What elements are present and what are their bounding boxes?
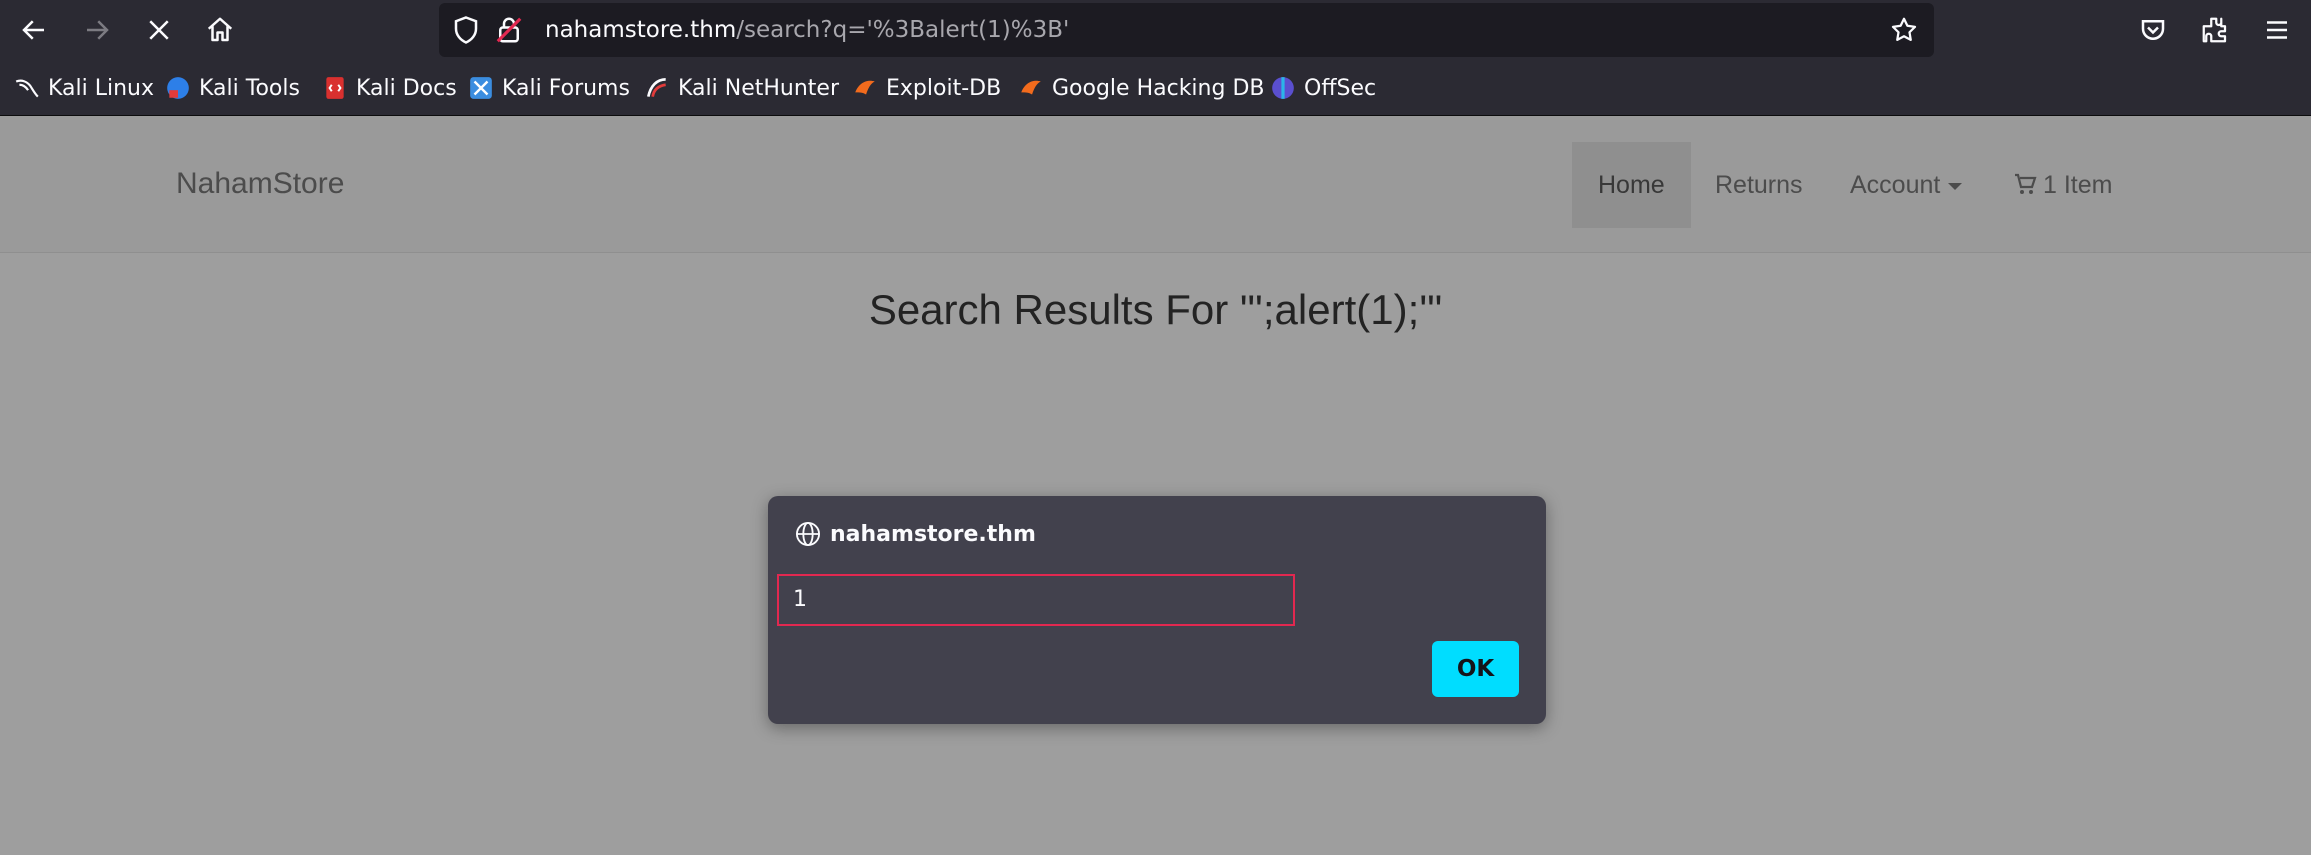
kali-forums-icon bbox=[470, 77, 492, 99]
bookmark-label: Kali Docs bbox=[356, 75, 457, 101]
ok-button[interactable]: OK bbox=[1432, 641, 1519, 697]
dialog-message: 1 bbox=[777, 574, 1295, 626]
kali-nethunter-icon bbox=[647, 77, 666, 97]
bookmark-label: Google Hacking DB bbox=[1052, 75, 1265, 101]
bookmark-kali-tools[interactable]: Kali Tools bbox=[165, 61, 300, 115]
hamburger-menu-icon[interactable] bbox=[2262, 15, 2292, 45]
offsec-icon bbox=[1272, 77, 1294, 99]
shield-icon[interactable] bbox=[451, 15, 481, 45]
kali-dragon-icon bbox=[15, 79, 39, 98]
bookmark-google-hacking-db[interactable]: Google Hacking DB bbox=[1018, 61, 1264, 115]
kali-docs-icon bbox=[326, 77, 344, 99]
web-page: NahamStore Home Returns Account 1 Item S… bbox=[0, 116, 2311, 855]
forward-button[interactable] bbox=[73, 6, 121, 54]
bookmark-label: Kali Linux bbox=[48, 75, 155, 101]
bookmark-kali-linux[interactable]: Kali Linux bbox=[14, 61, 154, 115]
pocket-icon[interactable] bbox=[2138, 15, 2168, 45]
url-text[interactable]: nahamstore.thm/search?q='%3Balert(1)%3B' bbox=[545, 3, 1069, 57]
extensions-icon[interactable] bbox=[2200, 15, 2230, 45]
dialog-header: nahamstore.thm bbox=[794, 516, 1036, 552]
home-icon bbox=[207, 17, 233, 42]
insecure-lock-icon[interactable] bbox=[494, 15, 524, 45]
alert-dialog: nahamstore.thm 1 OK bbox=[768, 496, 1546, 724]
url-path: /search?q='%3Balert(1)%3B' bbox=[736, 17, 1070, 43]
bookmark-kali-docs[interactable]: Kali Docs bbox=[322, 61, 457, 115]
modal-overlay bbox=[0, 116, 2311, 855]
bookmark-label: OffSec bbox=[1304, 75, 1377, 101]
bookmark-offsec[interactable]: OffSec bbox=[1270, 61, 1376, 115]
arrow-left-icon bbox=[22, 20, 44, 40]
url-bar[interactable]: nahamstore.thm/search?q='%3Balert(1)%3B' bbox=[439, 3, 1934, 57]
ghdb-icon bbox=[1021, 80, 1041, 95]
close-icon bbox=[149, 20, 169, 40]
url-host: nahamstore.thm bbox=[545, 17, 737, 43]
kali-tools-icon bbox=[167, 77, 189, 99]
globe-icon bbox=[795, 521, 821, 547]
browser-toolbar: nahamstore.thm/search?q='%3Balert(1)%3B' bbox=[0, 0, 2311, 61]
bookmark-kali-forums[interactable]: Kali Forums bbox=[468, 61, 630, 115]
bookmark-label: Kali NetHunter bbox=[678, 75, 839, 101]
star-bookmark-icon[interactable] bbox=[1889, 15, 1919, 45]
dialog-origin: nahamstore.thm bbox=[830, 521, 1036, 547]
bookmarks-bar: Kali Linux Kali Tools Kali Docs Kali For… bbox=[0, 61, 2311, 116]
bookmark-label: Exploit-DB bbox=[886, 75, 1002, 101]
arrow-right-icon bbox=[87, 20, 109, 40]
stop-loading-button[interactable] bbox=[135, 6, 183, 54]
bookmark-exploit-db[interactable]: Exploit-DB bbox=[852, 61, 1001, 115]
bookmark-kali-nethunter[interactable]: Kali NetHunter bbox=[644, 61, 839, 115]
home-button[interactable] bbox=[196, 6, 244, 54]
bookmark-label: Kali Forums bbox=[502, 75, 630, 101]
bookmark-label: Kali Tools bbox=[199, 75, 300, 101]
exploit-db-icon bbox=[855, 80, 875, 95]
back-button[interactable] bbox=[10, 6, 58, 54]
